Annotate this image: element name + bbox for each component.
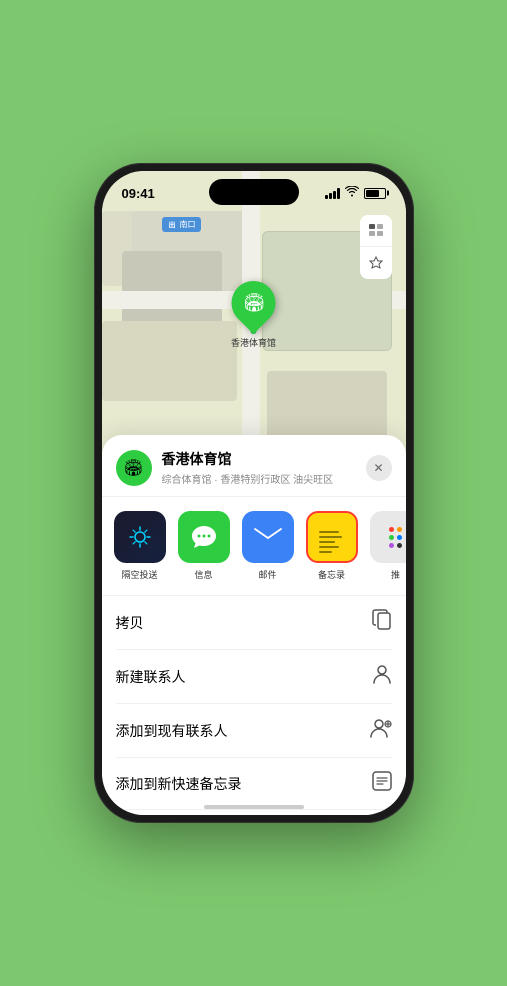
messages-label: 信息	[194, 568, 212, 581]
home-indicator	[204, 805, 304, 809]
wifi-icon	[345, 186, 359, 200]
venue-desc: 综合体育馆 · 香港特别行政区 油尖旺区	[162, 471, 356, 486]
app-item-notes[interactable]: 备忘录	[304, 511, 360, 581]
notes-label: 备忘录	[318, 568, 345, 581]
phone-frame: 09:41	[94, 163, 414, 823]
action-add-existing-label: 添加到现有联系人	[116, 721, 228, 741]
phone-screen: 09:41	[102, 171, 406, 815]
app-item-airdrop[interactable]: 隔空投送	[112, 511, 168, 581]
airdrop-icon	[114, 511, 166, 563]
copy-icon	[372, 609, 392, 636]
venue-name: 香港体育馆	[162, 449, 356, 469]
status-icons	[325, 186, 386, 200]
mail-icon	[242, 511, 294, 563]
venue-pin: 🏟 香港体育馆	[231, 281, 276, 349]
action-add-existing[interactable]: 添加到现有联系人	[116, 704, 392, 758]
person-add-icon	[370, 717, 392, 744]
sheet-header: 🏟 香港体育馆 综合体育馆 · 香港特别行政区 油尖旺区 ✕	[102, 435, 406, 497]
action-quick-note-label: 添加到新快速备忘录	[116, 774, 242, 794]
battery-icon	[364, 188, 386, 199]
map-view-button[interactable]	[360, 215, 392, 247]
messages-icon	[178, 511, 230, 563]
map-label: 出 南口	[162, 217, 201, 232]
location-button[interactable]	[360, 247, 392, 279]
apps-row: 隔空投送 信息	[102, 497, 406, 596]
action-new-contact-label: 新建联系人	[116, 667, 186, 687]
bottom-sheet: 🏟 香港体育馆 综合体育馆 · 香港特别行政区 油尖旺区 ✕	[102, 435, 406, 815]
action-copy-label: 拷贝	[116, 613, 144, 633]
action-copy[interactable]: 拷贝	[116, 596, 392, 650]
venue-info: 香港体育馆 综合体育馆 · 香港特别行政区 油尖旺区	[162, 449, 356, 486]
action-new-contact[interactable]: 新建联系人	[116, 650, 392, 704]
more-apps-icon	[370, 511, 406, 563]
map-controls	[360, 215, 392, 279]
app-item-messages[interactable]: 信息	[176, 511, 232, 581]
close-button[interactable]: ✕	[366, 455, 392, 481]
dynamic-island	[209, 179, 299, 205]
note-icon	[372, 771, 392, 796]
mail-label: 邮件	[258, 568, 276, 581]
more-label: 推	[391, 568, 400, 581]
action-quick-note[interactable]: 添加到新快速备忘录	[116, 758, 392, 810]
status-time: 09:41	[122, 186, 155, 201]
app-item-more[interactable]: 推	[368, 511, 406, 581]
pin-label: 香港体育馆	[231, 336, 276, 349]
notes-icon	[306, 511, 358, 563]
person-icon	[372, 663, 392, 690]
airdrop-label: 隔空投送	[121, 568, 157, 581]
action-print[interactable]: 打印	[116, 810, 392, 815]
signal-icon	[325, 188, 340, 199]
app-item-mail[interactable]: 邮件	[240, 511, 296, 581]
action-list: 拷贝 新建联系人	[102, 596, 406, 815]
venue-icon: 🏟	[116, 450, 152, 486]
